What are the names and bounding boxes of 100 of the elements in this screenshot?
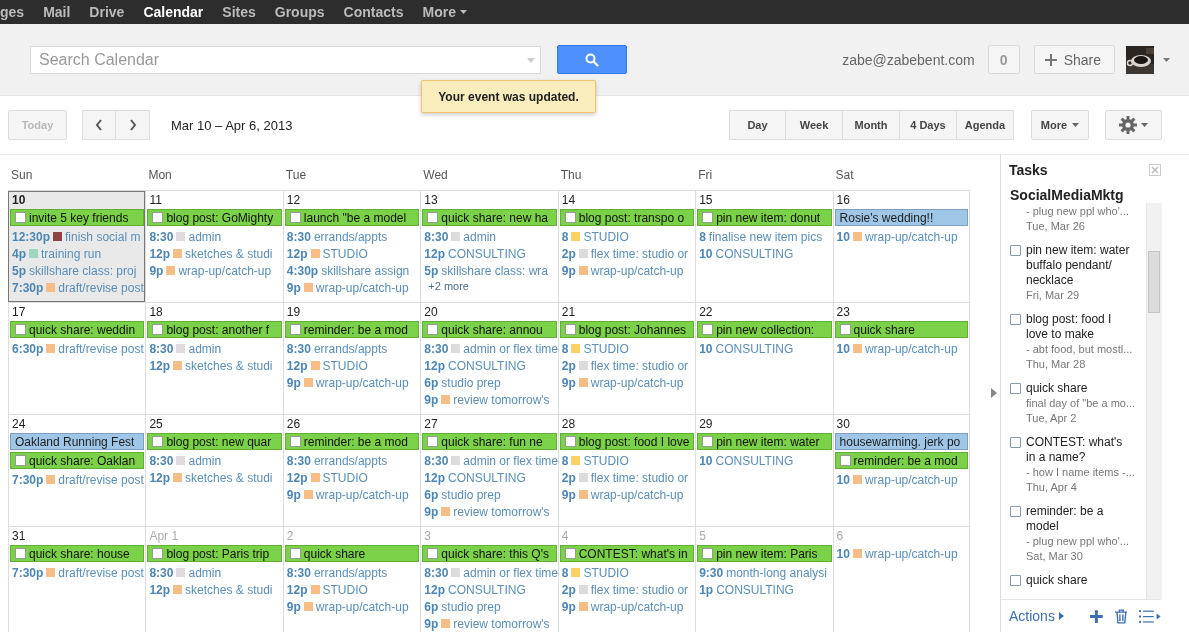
nav-link[interactable]: Drive [89,4,125,20]
event-time[interactable]: 6:30p [12,341,44,356]
day-cell[interactable]: 21 blog post: Johannes 8 STUDIO 2p flex time: studio or 9p wrap-up/catch-up [557,303,696,414]
day-number[interactable]: 6 [836,529,844,543]
event-time[interactable]: 7:30p [12,472,44,487]
event-time[interactable]: 4:30p [286,263,319,278]
task-event[interactable]: pin new item: donut [697,209,832,226]
day-number[interactable]: 30 [836,417,850,431]
checkbox[interactable] [702,212,714,223]
event-title[interactable]: STUDIO [583,565,629,580]
event-title[interactable]: flex time: studio or [590,358,689,373]
event-title[interactable]: wrap-up/catch-up [590,263,684,278]
checkbox[interactable] [702,324,714,335]
event-title[interactable]: review tomorrow's [453,504,550,519]
search-button[interactable] [557,45,627,74]
task-event[interactable]: reminder: be a mod [834,452,968,469]
event-title[interactable]: CONSULTING [447,246,526,261]
event-title[interactable]: admin or flex time [463,453,558,468]
event-title[interactable]: CONSULTING [447,358,526,373]
event-time[interactable]: 10 [699,341,713,356]
day-number[interactable]: 20 [424,305,438,319]
view-tab[interactable]: Day [729,110,786,140]
checkbox[interactable] [152,548,164,559]
event-time[interactable]: 2p [561,470,576,485]
event-title[interactable]: admin [188,229,222,244]
event-title[interactable]: wrap-up/catch-up [178,263,272,278]
day-cell[interactable]: 22 pin new collection: 10 CONSULTING [695,303,833,414]
day-cell[interactable]: 20 quick share: annou 8:30 admin or flex time 12p CONSULTING 6p studio prep 9p review tomorrow's [420,303,558,414]
event-time[interactable]: 8:30 [424,229,449,244]
day-number[interactable]: 21 [561,305,576,319]
event-title[interactable]: CONSULTING [447,582,526,597]
event-title[interactable]: wrap-up/catch-up [864,472,958,487]
event-title[interactable]: CONSULTING [715,453,794,468]
event-title[interactable]: sketches & studi [185,246,273,261]
nav-link[interactable]: Sites [222,4,256,20]
checkbox[interactable] [564,436,576,447]
event-time[interactable]: 8:30 [149,565,174,580]
task-event[interactable]: quick share: this Q's [422,545,557,562]
event-time[interactable]: 10 [836,472,850,487]
event-time[interactable]: 8:30 [424,565,449,580]
checkbox[interactable] [15,324,26,335]
event-title[interactable]: flex time: studio or [590,246,689,261]
event-time[interactable]: 12p [424,358,445,373]
list-options-icon[interactable] [1139,609,1161,623]
event-time[interactable]: 5p [424,263,439,278]
event-title[interactable]: errands/appts [313,229,388,244]
event-time[interactable]: 12p [424,470,445,485]
event-title[interactable]: errands/appts [313,341,388,356]
day-number[interactable]: 24 [12,417,26,431]
close-icon[interactable] [1149,164,1161,176]
event-title[interactable]: wrap-up/catch-up [315,487,409,502]
all-day-event[interactable]: housewarming. jerk po [834,433,968,450]
event-title[interactable]: skillshare class: wra [441,263,548,278]
day-number[interactable]: 27 [424,417,438,431]
checkbox[interactable] [427,212,439,223]
checkbox[interactable] [564,324,576,335]
checkbox[interactable] [15,455,26,466]
event-title[interactable]: sketches & studi [185,358,273,373]
event-time[interactable]: 1p [699,582,714,597]
event-title[interactable]: wrap-up/catch-up [864,229,958,244]
event-time[interactable]: 10 [699,246,713,261]
event-time[interactable]: 9p [561,263,576,278]
event-title[interactable]: admin or flex time [463,341,558,356]
event-time[interactable]: 9p [424,616,439,631]
event-time[interactable]: 8 [699,229,706,244]
nav-link[interactable]: Groups [274,4,325,20]
event-time[interactable]: 12p [424,246,445,261]
task-event[interactable]: quick share: new ha [422,209,557,226]
event-title[interactable]: wrap-up/catch-up [864,546,958,561]
day-cell[interactable]: 18 blog post: another f 8:30 admin 12p sketches & studi [145,303,283,414]
event-time[interactable]: 6p [424,599,439,614]
event-time[interactable]: 9p [561,375,576,390]
event-time[interactable]: 8 [561,565,569,580]
event-time[interactable]: 12p [286,246,308,261]
task-title[interactable]: quick share [1026,381,1134,396]
event-time[interactable]: 8:30 [286,453,311,468]
day-number[interactable]: 18 [149,305,163,319]
event-time[interactable]: 8:30 [149,229,174,244]
event-title[interactable]: STUDIO [322,246,368,261]
event-time[interactable]: 8:30 [149,453,174,468]
checkbox[interactable] [1010,506,1021,517]
event-title[interactable]: wrap-up/catch-up [315,599,409,614]
event-title[interactable]: wrap-up/catch-up [590,599,684,614]
event-title[interactable]: wrap-up/catch-up [590,487,684,502]
event-time[interactable]: 10 [836,229,850,244]
task-event[interactable]: blog post: Johannes [559,321,695,338]
day-cell[interactable]: 25 blog post: new quar 8:30 admin 12p sketches & studi [145,415,283,526]
event-time[interactable]: 8:30 [149,341,174,356]
day-cell[interactable]: 10 invite 5 key friends 12:30p finish social m 4p training run 5p skillshare class: proj 7:30p draft/revise post [8,191,146,302]
event-time[interactable]: 10 [836,546,850,561]
event-time[interactable]: 9p [424,392,439,407]
task-event[interactable]: quick share [834,321,968,338]
next-button[interactable] [116,110,150,140]
day-cell[interactable]: 29 pin new item: water 10 CONSULTING [695,415,833,526]
checkbox[interactable] [427,324,439,335]
task-event[interactable]: quick share: house [10,545,145,562]
day-number[interactable]: 4 [561,529,569,543]
day-cell[interactable]: 24 Oakland Running Fest quick share: Oaklan 7:30p draft/revise post [8,415,146,526]
checkbox[interactable] [564,548,576,559]
event-time[interactable]: 9p [286,487,301,502]
